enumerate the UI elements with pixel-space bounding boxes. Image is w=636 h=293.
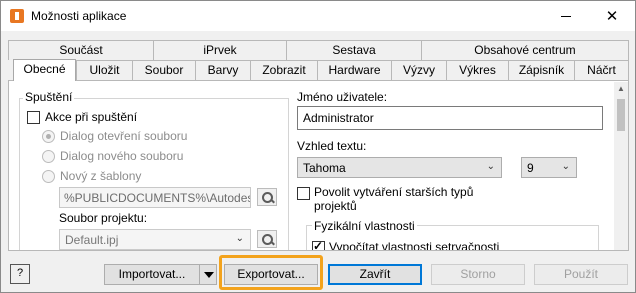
tab-sestava[interactable]: Sestava — [286, 40, 422, 60]
font-select[interactable]: Tahoma ⌄ — [297, 157, 502, 178]
browse-project-icon[interactable] — [257, 230, 277, 248]
minimize-icon — [561, 15, 571, 17]
inventor-app-icon — [10, 9, 24, 23]
font-size-select[interactable]: 9 ⌄ — [521, 157, 577, 178]
chevron-down-icon: ⌄ — [486, 161, 495, 172]
chevron-down-icon: ⌄ — [561, 161, 570, 172]
tab-vykres[interactable]: Výkres — [446, 60, 509, 80]
project-file-value: Default.ipj — [65, 233, 119, 247]
radio-new-dialog-label: Dialog nového souboru — [60, 149, 184, 163]
tab-soucast[interactable]: Součást — [8, 40, 154, 60]
project-file-select[interactable]: Default.ipj ⌄ — [59, 229, 251, 250]
tab-soubor[interactable]: Soubor — [132, 60, 196, 80]
tab-vyzvy[interactable]: Výzvy — [391, 60, 447, 80]
export-button[interactable]: Exportovat... — [224, 264, 318, 285]
font-size-value: 9 — [527, 161, 534, 175]
radio-from-template[interactable] — [42, 170, 55, 183]
tab-nacrt[interactable]: Náčrt — [574, 60, 629, 80]
tab-content-obecne: Spuštění Akce při spuštění Dialog otevře… — [8, 80, 629, 251]
legacy-projects-label-line1: Povolit vytváření starších typů — [314, 185, 474, 199]
compute-inertia-label: Vypočítat vlastnosti setrvačnosti — [329, 240, 500, 251]
chevron-down-icon: ⌄ — [235, 233, 244, 244]
tab-barvy[interactable]: Barvy — [195, 60, 251, 80]
vertical-scrollbar[interactable]: ▲ — [614, 82, 628, 250]
import-button[interactable]: Importovat... — [104, 264, 200, 285]
tab-zobrazit[interactable]: Zobrazit — [250, 60, 318, 80]
cancel-button[interactable]: Storno — [431, 264, 525, 285]
action-on-startup-checkbox[interactable] — [27, 111, 40, 124]
radio-new-dialog[interactable] — [42, 150, 55, 163]
tab-ulozit[interactable]: Uložit — [76, 60, 133, 80]
username-input[interactable]: Administrator — [297, 106, 603, 130]
help-button[interactable]: ? — [10, 264, 30, 284]
options-dialog: Možnosti aplikace ✕ Součást iPrvek Sesta… — [0, 0, 636, 293]
font-value: Tahoma — [303, 161, 346, 175]
text-appearance-label: Vzhled textu: — [297, 139, 367, 153]
scroll-thumb[interactable] — [617, 99, 625, 131]
radio-open-dialog[interactable] — [42, 130, 55, 143]
physical-properties-title: Fyzikální vlastnosti — [312, 219, 417, 233]
startup-group-title: Spuštění — [23, 90, 75, 104]
action-on-startup-label: Akce při spuštění — [45, 110, 138, 124]
template-path-field[interactable]: %PUBLICDOCUMENTS%\Autodes — [59, 187, 251, 208]
radio-from-template-label: Nový z šablony — [60, 169, 142, 183]
tab-iprvek[interactable]: iPrvek — [153, 40, 287, 60]
apply-button[interactable]: Použít — [534, 264, 628, 285]
close-button[interactable]: Zavřít — [328, 264, 422, 285]
window-title: Možnosti aplikace — [31, 9, 127, 23]
tab-obecne[interactable]: Obecné — [13, 59, 76, 81]
minimize-button[interactable] — [543, 1, 589, 31]
tab-zapisnik[interactable]: Zápisník — [508, 60, 575, 80]
tab-hardware[interactable]: Hardware — [317, 60, 392, 80]
title-bar: Možnosti aplikace ✕ — [1, 1, 635, 31]
project-file-label: Soubor projektu: — [59, 211, 148, 225]
legacy-projects-label-line2: projektů — [314, 199, 357, 213]
scroll-up-icon[interactable]: ▲ — [614, 82, 628, 96]
import-dropdown-icon[interactable] — [199, 264, 217, 285]
close-icon: ✕ — [605, 8, 619, 25]
username-label: Jméno uživatele: — [297, 90, 388, 104]
radio-open-dialog-label: Dialog otevření souboru — [60, 129, 188, 143]
browse-template-icon[interactable] — [257, 188, 277, 206]
tab-obsahove-centrum[interactable]: Obsahové centrum — [421, 40, 629, 60]
close-window-button[interactable]: ✕ — [589, 1, 635, 31]
legacy-projects-checkbox[interactable] — [297, 187, 310, 200]
compute-inertia-checkbox[interactable] — [312, 239, 325, 250]
